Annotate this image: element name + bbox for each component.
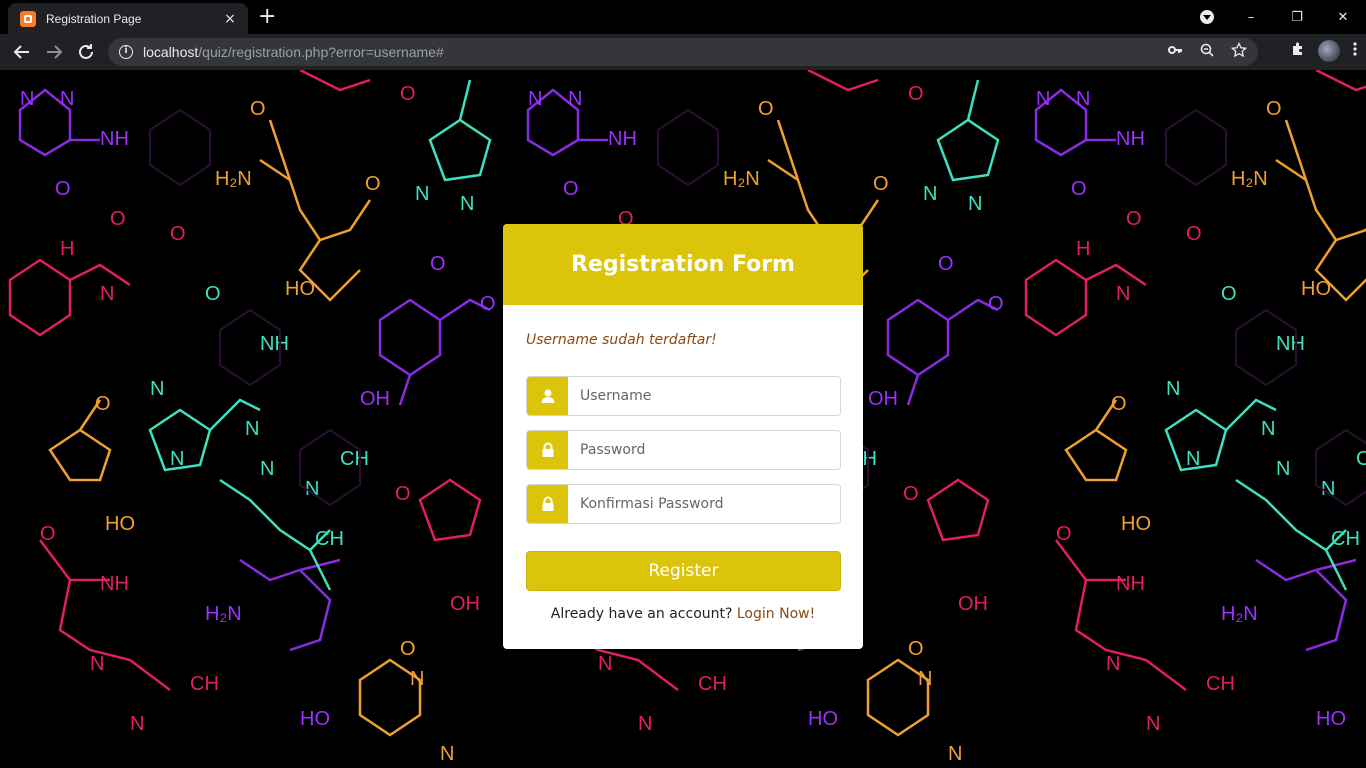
svg-text:N: N: [130, 713, 144, 735]
svg-text:O: O: [170, 223, 186, 245]
restore-button[interactable]: ❐: [1274, 10, 1320, 25]
svg-text:NH: NH: [260, 333, 289, 355]
svg-text:O: O: [40, 523, 56, 545]
url-text[interactable]: localhost/quiz/registration.php?error=us…: [143, 44, 444, 60]
svg-text:OH: OH: [360, 388, 390, 410]
error-message: Username sudah terdaftar!: [526, 332, 717, 348]
lock-icon: [527, 431, 568, 469]
svg-text:N: N: [20, 88, 34, 110]
svg-text:N: N: [90, 653, 104, 675]
svg-text:O: O: [95, 393, 111, 415]
svg-text:N: N: [170, 448, 184, 470]
star-icon[interactable]: [1228, 41, 1250, 62]
login-prompt-text: Already have an account?: [550, 606, 733, 622]
svg-text:CH: CH: [340, 448, 369, 470]
tab-search-icon[interactable]: [1200, 10, 1214, 24]
svg-text:O: O: [480, 293, 496, 315]
svg-text:H: H: [60, 238, 74, 260]
svg-text:O: O: [110, 208, 126, 230]
password-field: [526, 430, 841, 470]
confirm-password-field: [526, 484, 841, 524]
svg-text:O: O: [365, 173, 381, 195]
svg-text:O: O: [205, 283, 221, 305]
svg-text:O: O: [55, 178, 71, 200]
svg-text:OH: OH: [450, 593, 480, 615]
reload-button[interactable]: [74, 40, 98, 64]
page-viewport: NN NHO OO OH H₂NHO NN ONH NN NN NCH: [0, 70, 1366, 768]
confirm-password-input[interactable]: [568, 485, 840, 523]
tab-close-button[interactable]: ×: [220, 11, 240, 27]
login-now-link[interactable]: Login Now!: [737, 606, 815, 622]
svg-text:H₂N: H₂N: [215, 168, 252, 190]
lock-icon: [527, 485, 568, 523]
svg-text:NH: NH: [100, 573, 129, 595]
password-input[interactable]: [568, 431, 840, 469]
new-tab-button[interactable]: +: [258, 6, 276, 28]
tab-title: Registration Page: [46, 11, 142, 26]
svg-text:H₂N: H₂N: [205, 603, 242, 625]
svg-text:N: N: [410, 668, 424, 690]
svg-text:HO: HO: [285, 278, 315, 300]
xampp-favicon-icon: [20, 10, 36, 27]
form-title: Registration Form: [571, 252, 795, 277]
window-controls: – ❐ ✕: [1228, 0, 1366, 34]
key-icon[interactable]: [1164, 42, 1186, 62]
svg-text:N: N: [440, 743, 454, 765]
address-bar[interactable]: i localhost/quiz/registration.php?error=…: [108, 38, 1258, 66]
svg-text:HO: HO: [105, 513, 135, 535]
browser-toolbar: i localhost/quiz/registration.php?error=…: [0, 34, 1366, 70]
login-prompt-line: Already have an account? Login Now!: [503, 606, 863, 622]
svg-text:O: O: [250, 98, 266, 120]
forward-button[interactable]: [42, 40, 66, 64]
svg-text:N: N: [100, 283, 114, 305]
puzzle-icon[interactable]: [1290, 41, 1306, 61]
svg-text:N: N: [415, 183, 429, 205]
svg-text:O: O: [430, 253, 446, 275]
svg-text:NH: NH: [100, 128, 129, 150]
svg-text:CH: CH: [315, 528, 344, 550]
svg-text:O: O: [400, 638, 416, 660]
profile-avatar[interactable]: [1318, 40, 1340, 62]
svg-text:O: O: [395, 483, 411, 505]
arrow-left-icon: [13, 45, 29, 59]
minimize-button[interactable]: –: [1228, 10, 1274, 25]
user-icon: [527, 377, 568, 415]
svg-text:N: N: [460, 193, 474, 215]
svg-text:HO: HO: [300, 708, 330, 730]
reload-icon: [79, 44, 93, 59]
svg-text:N: N: [245, 418, 259, 440]
browser-tab[interactable]: Registration Page ×: [8, 3, 248, 34]
svg-text:O: O: [400, 83, 416, 105]
kebab-menu-icon[interactable]: [1352, 41, 1358, 61]
svg-text:N: N: [260, 458, 274, 480]
close-window-button[interactable]: ✕: [1320, 10, 1366, 25]
svg-text:CH: CH: [190, 673, 219, 695]
card-header: Registration Form: [503, 224, 863, 305]
zoom-icon[interactable]: [1196, 42, 1218, 62]
username-field: [526, 376, 841, 416]
svg-text:N: N: [60, 88, 74, 110]
svg-text:N: N: [150, 378, 164, 400]
register-button[interactable]: Register: [526, 551, 841, 591]
arrow-right-icon: [47, 45, 63, 59]
registration-card: Registration Form Username sudah terdaft…: [503, 224, 863, 649]
browser-titlebar: Registration Page × + – ❐ ✕: [0, 0, 1366, 34]
back-button[interactable]: [10, 40, 34, 64]
site-info-icon[interactable]: i: [119, 45, 133, 59]
username-input[interactable]: [568, 377, 840, 415]
